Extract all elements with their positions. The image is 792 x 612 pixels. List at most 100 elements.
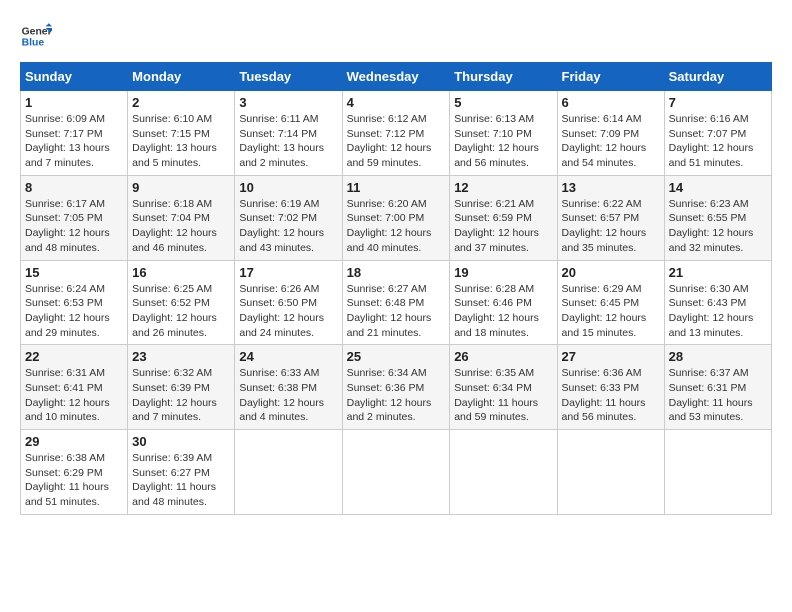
- calendar-cell: 13 Sunrise: 6:22 AMSunset: 6:57 PMDayligh…: [557, 175, 664, 260]
- calendar-cell: 17 Sunrise: 6:26 AMSunset: 6:50 PMDayligh…: [235, 260, 342, 345]
- day-info: Sunrise: 6:09 AMSunset: 7:17 PMDaylight:…: [25, 112, 123, 171]
- day-number: 27: [562, 349, 660, 364]
- day-info: Sunrise: 6:31 AMSunset: 6:41 PMDaylight:…: [25, 366, 123, 425]
- day-info: Sunrise: 6:13 AMSunset: 7:10 PMDaylight:…: [454, 112, 552, 171]
- day-info: Sunrise: 6:32 AMSunset: 6:39 PMDaylight:…: [132, 366, 230, 425]
- logo-icon: General Blue: [20, 20, 52, 52]
- calendar-cell: [557, 430, 664, 515]
- calendar-cell: 14 Sunrise: 6:23 AMSunset: 6:55 PMDayligh…: [664, 175, 771, 260]
- day-info: Sunrise: 6:28 AMSunset: 6:46 PMDaylight:…: [454, 282, 552, 341]
- col-header-wednesday: Wednesday: [342, 63, 450, 91]
- calendar-cell: 15 Sunrise: 6:24 AMSunset: 6:53 PMDayligh…: [21, 260, 128, 345]
- logo: General Blue: [20, 20, 52, 52]
- col-header-friday: Friday: [557, 63, 664, 91]
- day-number: 2: [132, 95, 230, 110]
- day-info: Sunrise: 6:23 AMSunset: 6:55 PMDaylight:…: [669, 197, 767, 256]
- calendar-cell: 10 Sunrise: 6:19 AMSunset: 7:02 PMDayligh…: [235, 175, 342, 260]
- calendar-cell: 9 Sunrise: 6:18 AMSunset: 7:04 PMDaylight…: [128, 175, 235, 260]
- calendar-cell: 28Sunrise: 6:37 AMSunset: 6:31 PMDayligh…: [664, 345, 771, 430]
- calendar-cell: 18 Sunrise: 6:27 AMSunset: 6:48 PMDayligh…: [342, 260, 450, 345]
- day-info: Sunrise: 6:21 AMSunset: 6:59 PMDaylight:…: [454, 197, 552, 256]
- day-info: Sunrise: 6:25 AMSunset: 6:52 PMDaylight:…: [132, 282, 230, 341]
- calendar-cell: 16 Sunrise: 6:25 AMSunset: 6:52 PMDayligh…: [128, 260, 235, 345]
- day-number: 17: [239, 265, 337, 280]
- day-info: Sunrise: 6:18 AMSunset: 7:04 PMDaylight:…: [132, 197, 230, 256]
- day-info: Sunrise: 6:35 AMSunset: 6:34 PMDaylight:…: [454, 366, 552, 425]
- day-info: Sunrise: 6:27 AMSunset: 6:48 PMDaylight:…: [347, 282, 446, 341]
- day-info: Sunrise: 6:19 AMSunset: 7:02 PMDaylight:…: [239, 197, 337, 256]
- day-info: Sunrise: 6:22 AMSunset: 6:57 PMDaylight:…: [562, 197, 660, 256]
- calendar-cell: 27 Sunrise: 6:36 AMSunset: 6:33 PMDayligh…: [557, 345, 664, 430]
- calendar-cell: 19 Sunrise: 6:28 AMSunset: 6:46 PMDayligh…: [450, 260, 557, 345]
- day-info: Sunrise: 6:33 AMSunset: 6:38 PMDaylight:…: [239, 366, 337, 425]
- day-info: Sunrise: 6:30 AMSunset: 6:43 PMDaylight:…: [669, 282, 767, 341]
- calendar-cell: 25 Sunrise: 6:34 AMSunset: 6:36 PMDayligh…: [342, 345, 450, 430]
- day-info: Sunrise: 6:26 AMSunset: 6:50 PMDaylight:…: [239, 282, 337, 341]
- calendar-cell: [664, 430, 771, 515]
- day-number: 20: [562, 265, 660, 280]
- day-number: 4: [347, 95, 446, 110]
- day-number: 12: [454, 180, 552, 195]
- day-info: Sunrise: 6:14 AMSunset: 7:09 PMDaylight:…: [562, 112, 660, 171]
- day-info: Sunrise: 6:36 AMSunset: 6:33 PMDaylight:…: [562, 366, 660, 425]
- calendar-cell: 12 Sunrise: 6:21 AMSunset: 6:59 PMDayligh…: [450, 175, 557, 260]
- day-number: 8: [25, 180, 123, 195]
- day-info: Sunrise: 6:20 AMSunset: 7:00 PMDaylight:…: [347, 197, 446, 256]
- calendar-cell: [342, 430, 450, 515]
- calendar-cell: 7 Sunrise: 6:16 AMSunset: 7:07 PMDaylight…: [664, 91, 771, 176]
- day-number: 21: [669, 265, 767, 280]
- day-info: Sunrise: 6:24 AMSunset: 6:53 PMDaylight:…: [25, 282, 123, 341]
- day-info: Sunrise: 6:16 AMSunset: 7:07 PMDaylight:…: [669, 112, 767, 171]
- calendar-cell: 29 Sunrise: 6:38 AMSunset: 6:29 PMDayligh…: [21, 430, 128, 515]
- day-info: Sunrise: 6:34 AMSunset: 6:36 PMDaylight:…: [347, 366, 446, 425]
- col-header-tuesday: Tuesday: [235, 63, 342, 91]
- day-number: 16: [132, 265, 230, 280]
- calendar-cell: 2Sunrise: 6:10 AMSunset: 7:15 PMDaylight…: [128, 91, 235, 176]
- day-info: Sunrise: 6:17 AMSunset: 7:05 PMDaylight:…: [25, 197, 123, 256]
- calendar-cell: 5 Sunrise: 6:13 AMSunset: 7:10 PMDaylight…: [450, 91, 557, 176]
- day-number: 28: [669, 349, 767, 364]
- svg-text:Blue: Blue: [22, 38, 45, 49]
- day-number: 30: [132, 434, 230, 449]
- calendar-cell: 1 Sunrise: 6:09 AMSunset: 7:17 PMDaylight…: [21, 91, 128, 176]
- day-number: 18: [347, 265, 446, 280]
- day-number: 7: [669, 95, 767, 110]
- calendar-cell: 6 Sunrise: 6:14 AMSunset: 7:09 PMDaylight…: [557, 91, 664, 176]
- day-number: 14: [669, 180, 767, 195]
- calendar-table: SundayMondayTuesdayWednesdayThursdayFrid…: [20, 62, 772, 515]
- calendar-cell: 8 Sunrise: 6:17 AMSunset: 7:05 PMDaylight…: [21, 175, 128, 260]
- day-info: Sunrise: 6:38 AMSunset: 6:29 PMDaylight:…: [25, 451, 123, 510]
- calendar-cell: 21 Sunrise: 6:30 AMSunset: 6:43 PMDayligh…: [664, 260, 771, 345]
- day-number: 19: [454, 265, 552, 280]
- calendar-cell: 23Sunrise: 6:32 AMSunset: 6:39 PMDayligh…: [128, 345, 235, 430]
- calendar-cell: 24 Sunrise: 6:33 AMSunset: 6:38 PMDayligh…: [235, 345, 342, 430]
- day-number: 13: [562, 180, 660, 195]
- day-info: Sunrise: 6:29 AMSunset: 6:45 PMDaylight:…: [562, 282, 660, 341]
- day-number: 1: [25, 95, 123, 110]
- col-header-thursday: Thursday: [450, 63, 557, 91]
- day-info: Sunrise: 6:12 AMSunset: 7:12 PMDaylight:…: [347, 112, 446, 171]
- col-header-monday: Monday: [128, 63, 235, 91]
- calendar-cell: 20 Sunrise: 6:29 AMSunset: 6:45 PMDayligh…: [557, 260, 664, 345]
- page-header: General Blue: [20, 20, 772, 52]
- day-number: 9: [132, 180, 230, 195]
- day-number: 15: [25, 265, 123, 280]
- col-header-sunday: Sunday: [21, 63, 128, 91]
- calendar-cell: 11 Sunrise: 6:20 AMSunset: 7:00 PMDayligh…: [342, 175, 450, 260]
- day-number: 5: [454, 95, 552, 110]
- calendar-cell: 22 Sunrise: 6:31 AMSunset: 6:41 PMDayligh…: [21, 345, 128, 430]
- day-number: 6: [562, 95, 660, 110]
- day-number: 10: [239, 180, 337, 195]
- day-number: 24: [239, 349, 337, 364]
- calendar-cell: [450, 430, 557, 515]
- day-number: 26: [454, 349, 552, 364]
- day-number: 22: [25, 349, 123, 364]
- day-number: 25: [347, 349, 446, 364]
- col-header-saturday: Saturday: [664, 63, 771, 91]
- day-info: Sunrise: 6:39 AMSunset: 6:27 PMDaylight:…: [132, 451, 230, 510]
- day-number: 29: [25, 434, 123, 449]
- calendar-cell: [235, 430, 342, 515]
- day-number: 11: [347, 180, 446, 195]
- calendar-cell: 26 Sunrise: 6:35 AMSunset: 6:34 PMDayligh…: [450, 345, 557, 430]
- calendar-cell: 4 Sunrise: 6:12 AMSunset: 7:12 PMDaylight…: [342, 91, 450, 176]
